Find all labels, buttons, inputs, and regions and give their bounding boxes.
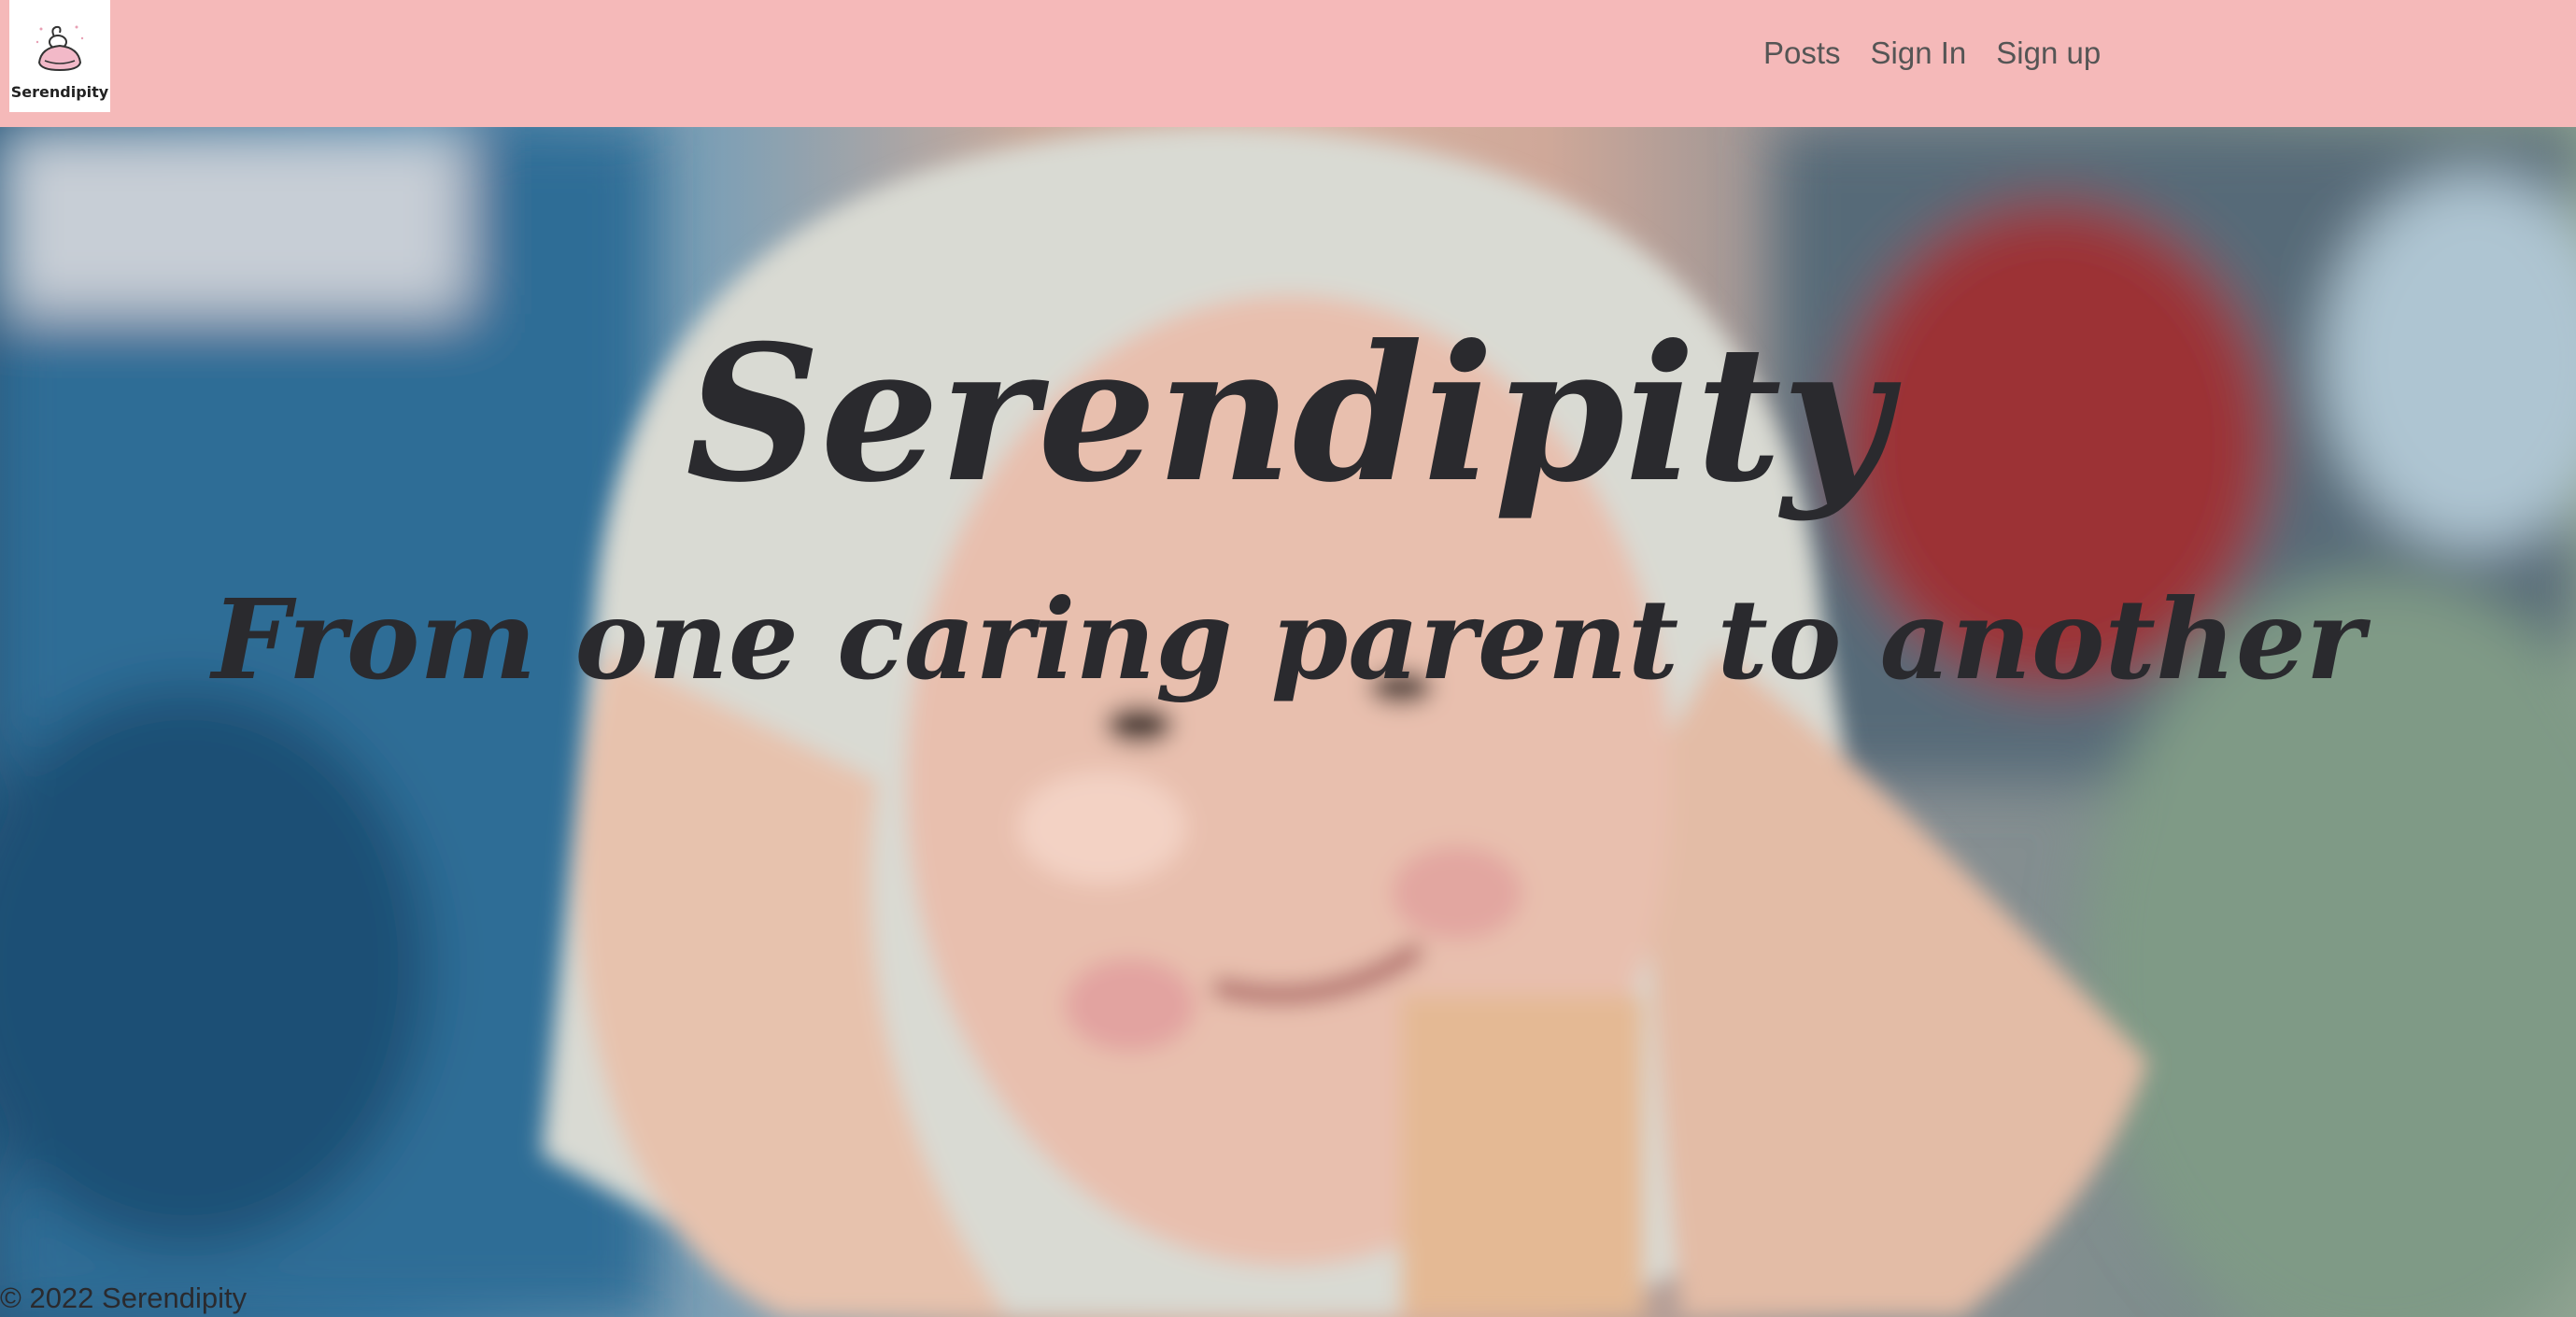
hero-subtitle: From one caring parent to another [211, 574, 2365, 704]
main-nav: Posts Sign In Sign up [1763, 35, 2101, 71]
logo-text: Serendipity [10, 83, 109, 101]
footer-copyright: © 2022 Serendipity [0, 1282, 248, 1314]
nav-sign-in-link[interactable]: Sign In [1871, 35, 1967, 71]
navbar: Serendipity Posts Sign In Sign up [0, 0, 2576, 127]
nav-posts-link[interactable]: Posts [1763, 35, 1841, 71]
logo-baby-icon [35, 25, 84, 72]
hero-section: Serendipity From one caring parent to an… [0, 127, 2576, 1317]
hero-title: Serendipity [686, 304, 1890, 524]
logo[interactable]: Serendipity [9, 0, 110, 112]
nav-sign-up-link[interactable]: Sign up [1996, 35, 2101, 71]
